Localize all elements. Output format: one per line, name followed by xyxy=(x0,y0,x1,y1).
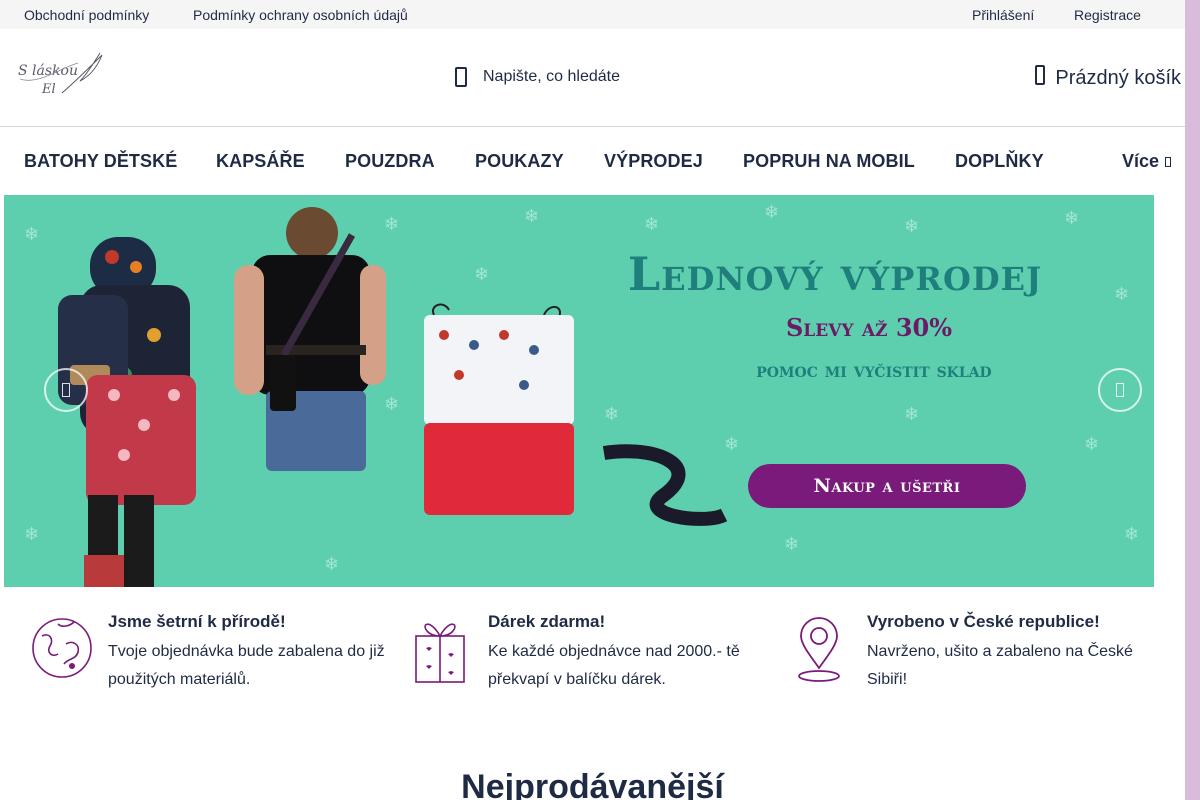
nav-item-pouzdra[interactable]: POUZDRA xyxy=(345,151,435,172)
nav-item-batohy[interactable]: BATOHY DĚTSKÉ xyxy=(24,151,177,172)
banner-subline-2: pomoc mi vyčistit sklad xyxy=(756,358,992,382)
header: S láskou El Napište, co hledáte Prázdný … xyxy=(0,29,1185,127)
feature-description: Tvoje objednávka bude zabalena do již po… xyxy=(108,643,385,688)
child-backpack-photo xyxy=(58,237,196,587)
banner-headline: Lednový výprodej xyxy=(627,247,1043,301)
nav-item-doplnky[interactable]: DOPLŇKY xyxy=(955,151,1044,172)
hero-banner[interactable]: ❄ ❄ ❄ ❄ ❄ ❄ ❄ ❄ ❄ ❄ ❄ ❄ ❄ ❄ ❄ ❄ ❄ ❄ ❄ xyxy=(4,195,1154,587)
cart-button[interactable]: Prázdný košík xyxy=(1035,65,1181,91)
feature-made-in-cz: Vyrobeno v České republice! Navrženo, uš… xyxy=(791,612,1171,712)
bestsellers-heading: Nejprodávanější xyxy=(461,768,724,800)
nav-item-popruh[interactable]: POPRUH NA MOBIL xyxy=(743,151,915,172)
logo-text: S láskou xyxy=(18,63,78,79)
nav-more-button[interactable]: Více xyxy=(1122,151,1171,172)
snowflake-icon: ❄ xyxy=(1124,524,1140,544)
banner-cta-button[interactable]: Nakup a ušetři xyxy=(748,464,1026,508)
search-icon xyxy=(455,67,467,87)
snowflake-icon: ❄ xyxy=(904,404,920,424)
snowflake-icon: ❄ xyxy=(1114,284,1130,304)
feature-title: Dárek zdarma! xyxy=(488,612,606,631)
carousel-prev-button[interactable] xyxy=(44,368,88,412)
gift-icon xyxy=(412,614,478,683)
terms-link[interactable]: Obchodní podmínky xyxy=(24,7,149,23)
feature-gift: Dárek zdarma! Ke každé objednávce nad 20… xyxy=(412,612,792,712)
search-box[interactable]: Napište, co hledáte xyxy=(455,66,620,88)
feature-title: Jsme šetrní k přírodě! xyxy=(108,612,286,631)
chevron-right-icon xyxy=(1116,377,1124,403)
scrollbar[interactable] xyxy=(1185,0,1200,800)
carousel-next-button[interactable] xyxy=(1098,368,1142,412)
nav-item-kapsare[interactable]: KAPSÁŘE xyxy=(216,151,305,172)
snowflake-icon: ❄ xyxy=(1084,434,1100,454)
feature-title: Vyrobeno v České republice! xyxy=(867,612,1100,631)
login-link[interactable]: Přihlášení xyxy=(972,7,1034,23)
main-nav: BATOHY DĚTSKÉ KAPSÁŘE POUZDRA POUKAZY VÝ… xyxy=(0,127,1185,195)
earth-icon xyxy=(32,614,98,680)
cart-icon xyxy=(1035,65,1046,91)
chevron-left-icon xyxy=(62,377,70,403)
chevron-down-icon xyxy=(1165,151,1171,172)
features-strip: Jsme šetrní k přírodě! Tvoje objednávka … xyxy=(0,600,1185,720)
location-pin-icon xyxy=(791,614,857,682)
snowflake-icon: ❄ xyxy=(764,202,780,222)
search-placeholder: Napište, co hledáte xyxy=(483,68,620,85)
snowflake-icon: ❄ xyxy=(1064,208,1080,228)
logo[interactable]: S láskou El xyxy=(18,49,108,99)
lanyard-photo xyxy=(602,444,728,526)
nav-item-vyprodej[interactable]: VÝPRODEJ xyxy=(604,151,703,172)
privacy-link[interactable]: Podmínky ochrany osobních údajů xyxy=(193,7,408,23)
snowflake-icon: ❄ xyxy=(904,216,920,236)
kapsar-photo xyxy=(424,303,574,515)
logo-text-2: El xyxy=(41,82,56,97)
top-bar: Obchodní podmínky Podmínky ochrany osobn… xyxy=(0,0,1185,29)
snowflake-icon: ❄ xyxy=(784,534,800,554)
nav-more-label: Více xyxy=(1121,151,1159,171)
nav-item-poukazy[interactable]: POUKAZY xyxy=(475,151,564,172)
banner-subline: Slevy až 30% xyxy=(785,313,953,342)
page: Obchodní podmínky Podmínky ochrany osobn… xyxy=(0,0,1185,800)
feature-description: Ke každé objednávce nad 2000.- tě překva… xyxy=(488,643,740,688)
feature-description: Navrženo, ušito a zabaleno na České Sibi… xyxy=(867,643,1133,688)
feature-eco: Jsme šetrní k přírodě! Tvoje objednávka … xyxy=(32,612,412,712)
woman-phone-strap-photo xyxy=(234,207,386,471)
cart-label: Prázdný košík xyxy=(1055,66,1181,89)
register-link[interactable]: Registrace xyxy=(1074,7,1141,23)
